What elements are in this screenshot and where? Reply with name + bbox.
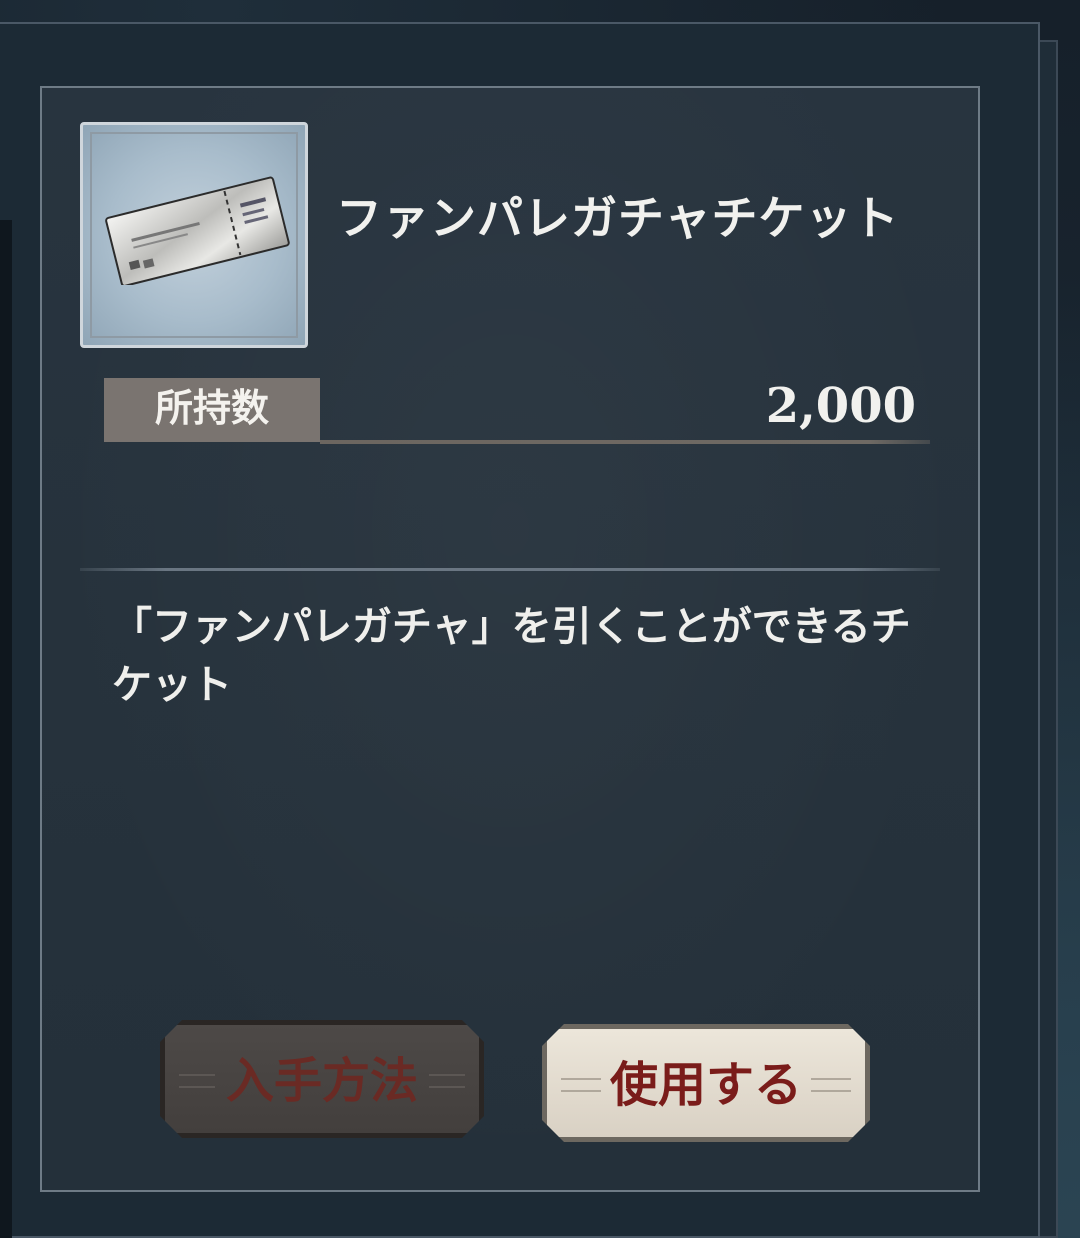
item-icon-frame xyxy=(80,122,308,348)
section-divider xyxy=(80,568,940,571)
item-description: 「ファンパレガチャ」を引くことができるチケット xyxy=(112,603,911,708)
quantity-row: 所持数 2,000 xyxy=(104,376,930,444)
use-button[interactable]: 使用する xyxy=(542,1024,870,1142)
item-name: ファンパレガチャチケット xyxy=(336,191,900,245)
quantity-label: 所持数 xyxy=(154,385,269,430)
left-edge-strip xyxy=(0,220,12,1238)
how-to-get-button[interactable]: 入手方法 xyxy=(160,1020,484,1138)
quantity-underline xyxy=(320,440,930,444)
ticket-icon xyxy=(105,176,290,285)
quantity-value: 2,000 xyxy=(765,378,916,434)
